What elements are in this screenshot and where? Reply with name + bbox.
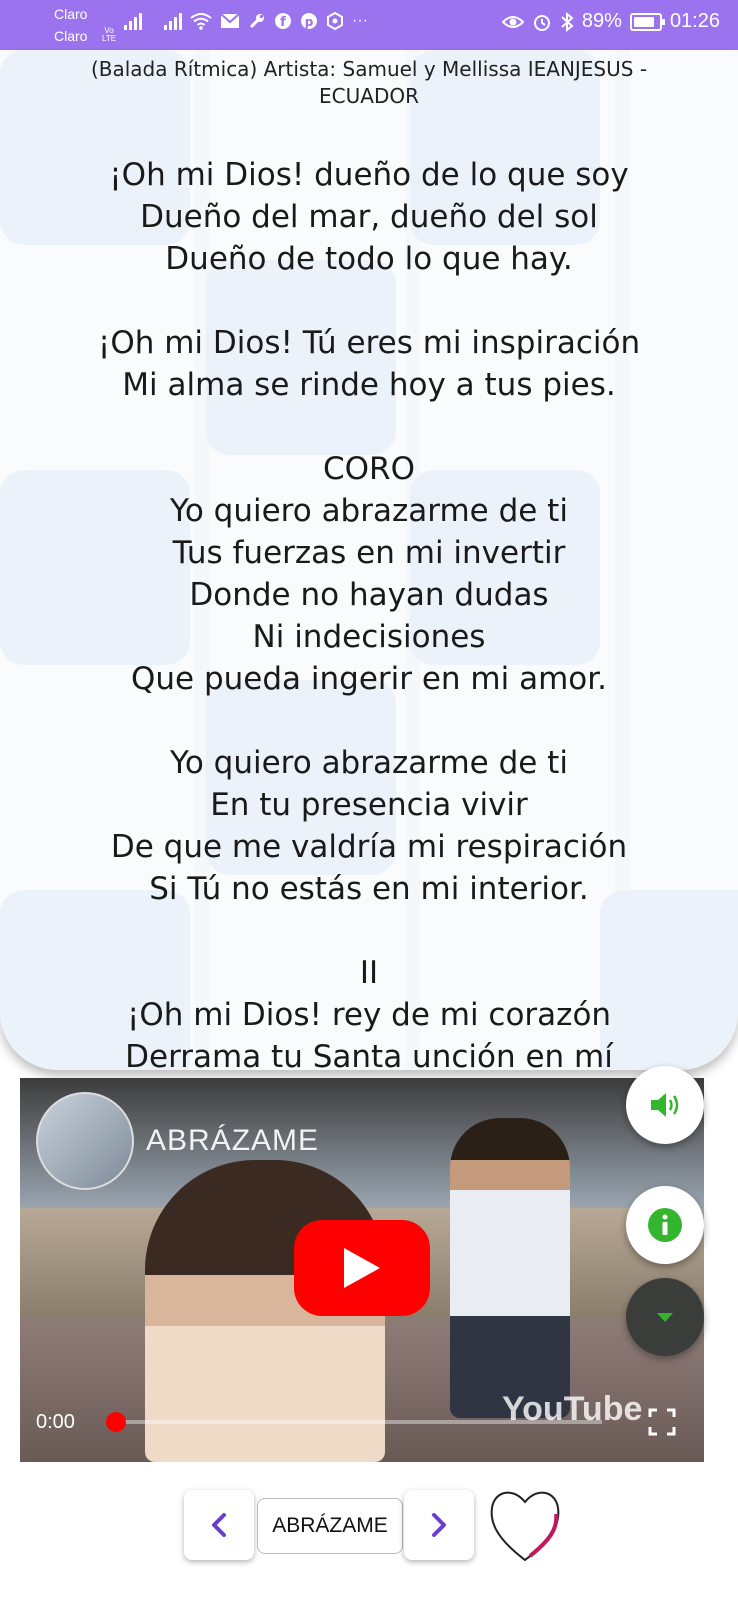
pinterest-icon: p [301, 13, 317, 29]
sound-button[interactable] [626, 1066, 704, 1144]
volte-indicator: Vo LTE [102, 27, 116, 43]
video-current-time: 0:00 [36, 1411, 75, 1433]
info-icon [648, 1208, 682, 1242]
status-bar: Claro Claro Vo LTE f p ··· 89% 01:26 [0, 0, 738, 50]
previous-song-button[interactable] [184, 1490, 254, 1560]
song-subtitle: (Balada Rítmica) Artista: Samuel y Melli… [90, 57, 648, 108]
hexagon-app-icon [327, 12, 343, 30]
battery-percent: 89% [581, 10, 622, 32]
svg-text:p: p [305, 15, 314, 29]
video-frame-figure [450, 1118, 570, 1418]
lyrics-line [20, 406, 718, 448]
eye-icon [501, 15, 524, 28]
chevron-right-icon [432, 1513, 446, 1537]
status-icons-left: f p ··· [124, 12, 368, 30]
lyrics-card[interactable]: (Balada Rítmica) Artista: Samuel y Melli… [0, 50, 738, 1070]
lyrics-line: ¡Oh mi Dios! Tú eres mi inspiración [97, 325, 641, 361]
current-song-button[interactable]: ABRÁZAME [257, 1498, 403, 1554]
lyrics-line: Donde no hayan dudas [189, 577, 549, 613]
lyrics-line: En tu presencia vivir [210, 787, 528, 823]
play-icon [344, 1248, 380, 1288]
caret-down-icon [657, 1313, 673, 1322]
play-button[interactable] [294, 1220, 430, 1316]
channel-avatar[interactable] [36, 1092, 134, 1190]
volte-bottom-label: LTE [102, 34, 117, 43]
lyrics-line: De que me valdría mi respiración [110, 829, 628, 865]
wrench-icon [249, 14, 264, 29]
lyrics-line: CORO [323, 451, 415, 487]
lyrics-line: Que pueda ingerir en mi amor. [130, 661, 608, 697]
next-song-button[interactable] [404, 1490, 474, 1560]
lyrics-line: Si Tú no estás en mi interior. [149, 871, 589, 907]
lyrics-line: Ni indecisiones [252, 619, 486, 655]
video-progress-handle[interactable] [106, 1412, 126, 1432]
carrier-1-label: Claro [54, 6, 88, 22]
lyrics-line: II [359, 955, 379, 991]
lyrics-line: ¡Oh mi Dios! rey de mi corazón [126, 997, 612, 1033]
lyrics-line: Yo quiero abrazarme de ti [170, 745, 568, 781]
battery-icon [629, 12, 665, 31]
video-player[interactable]: ABRÁZAME 0:00 YouTube [20, 1078, 704, 1462]
svg-text:f: f [280, 15, 286, 30]
carrier-2-label: Claro [54, 28, 88, 44]
status-icons-right: 89% 01:26 [501, 10, 720, 33]
lyrics-line [20, 910, 718, 952]
lyrics-line [20, 700, 718, 742]
bluetooth-icon [561, 11, 574, 32]
lyrics-line: Dueño de todo lo que hay. [165, 241, 573, 277]
lyrics-line [20, 280, 718, 322]
clock: 01:26 [669, 10, 720, 32]
signal-1-icon [124, 12, 142, 30]
lyrics-line: Yo quiero abrazarme de ti [170, 493, 568, 529]
facebook-icon: f [275, 13, 291, 30]
lyrics-line: Mi alma se rinde hoy a tus pies. [122, 367, 616, 403]
speaker-icon [651, 1093, 679, 1117]
heart-icon[interactable] [486, 1478, 564, 1574]
wifi-icon [190, 13, 212, 30]
mail-icon [220, 13, 240, 28]
signal-2-icon [164, 12, 182, 30]
info-button[interactable] [626, 1186, 704, 1264]
video-title[interactable]: ABRÁZAME [146, 1124, 319, 1158]
lyrics-line: Dueño del mar, dueño del sol [140, 199, 598, 235]
collapse-button[interactable] [626, 1278, 704, 1356]
more-notifications-label: ··· [352, 12, 368, 29]
alarm-icon [533, 14, 550, 31]
lyrics-line: ¡Oh mi Dios! dueño de lo que soy [109, 157, 629, 193]
lyrics-line: Tus fuerzas en mi invertir [172, 535, 566, 571]
chevron-left-icon [212, 1513, 226, 1537]
youtube-logo[interactable]: YouTube [502, 1390, 642, 1429]
lyrics-line: Derrama tu Santa unción en mí [125, 1039, 613, 1070]
lyrics-text: ¡Oh mi Dios! dueño de lo que soy Dueño de… [20, 154, 718, 1070]
fullscreen-icon[interactable] [648, 1408, 676, 1436]
